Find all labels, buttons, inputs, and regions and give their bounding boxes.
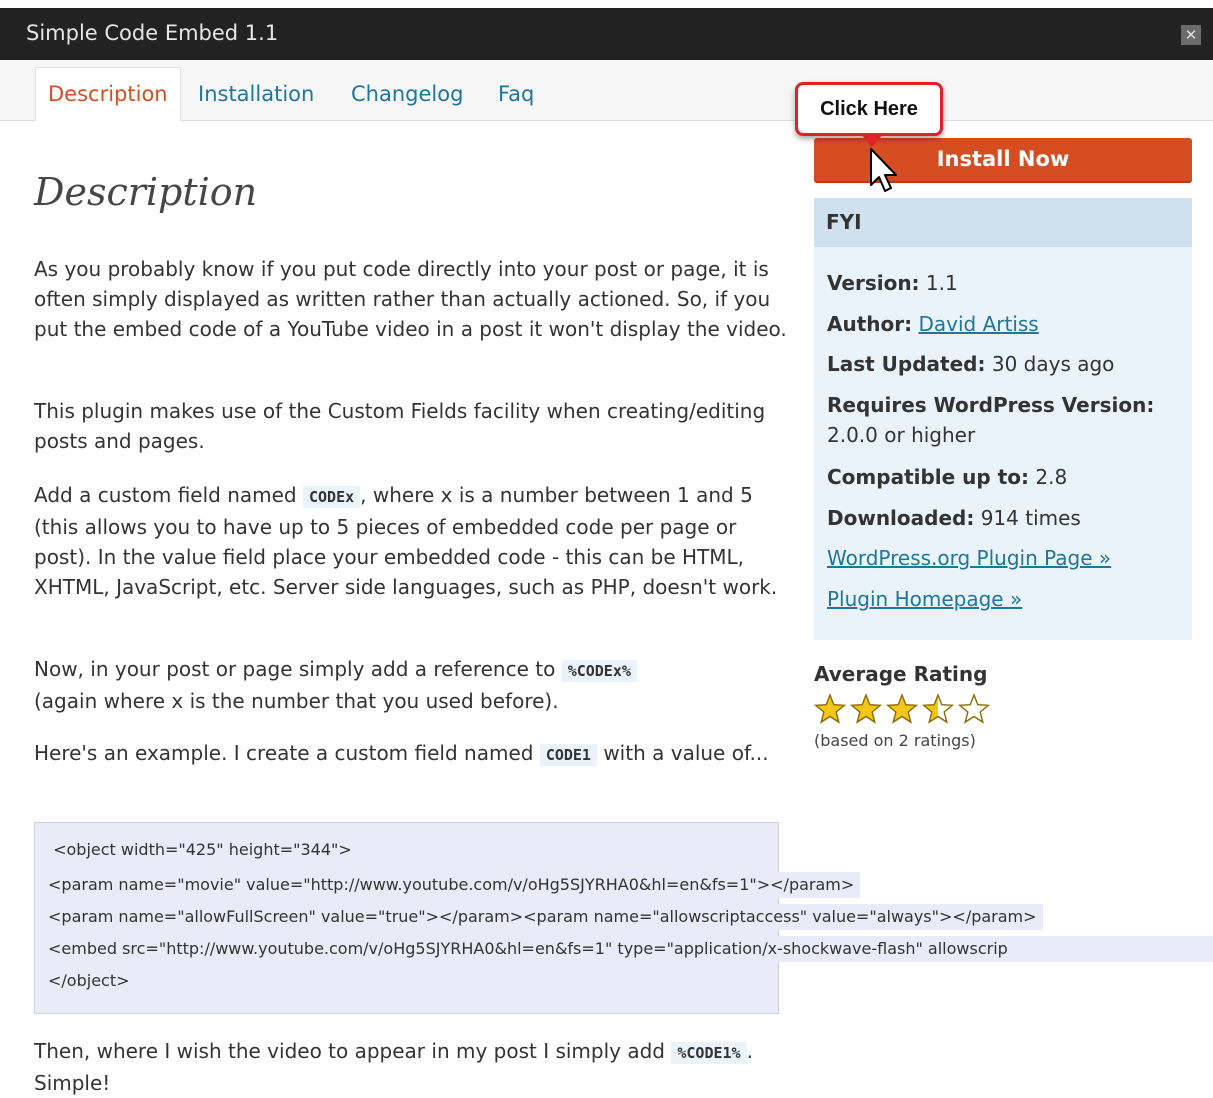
label: Last Updated:	[827, 352, 986, 376]
star-icon	[885, 693, 919, 724]
label: Version:	[827, 271, 920, 295]
paragraph-closing: Then, where I wish the video to appear i…	[34, 1036, 794, 1098]
author-row: Author: David Artiss	[827, 309, 1187, 339]
plugin-homepage-link[interactable]: Plugin Homepage »	[827, 587, 1022, 611]
label: Downloaded:	[827, 506, 975, 530]
label: Compatible up to:	[827, 465, 1030, 489]
star-rating	[814, 693, 991, 724]
value: 2.8	[1035, 465, 1068, 489]
text: Add a custom field named	[34, 483, 303, 507]
value: 914 times	[980, 506, 1081, 530]
paragraph-intro: As you probably know if you put code dir…	[34, 257, 787, 341]
star-icon	[957, 693, 991, 724]
author-link[interactable]: David Artiss	[918, 312, 1038, 336]
value: 2.0.0 or higher	[827, 423, 976, 447]
value: 30 days ago	[991, 352, 1115, 376]
text: with a value of...	[596, 741, 769, 765]
text: Here's an example. I create a custom fie…	[34, 741, 540, 765]
plugin-page-link[interactable]: WordPress.org Plugin Page »	[827, 546, 1111, 570]
tab-faq[interactable]: Faq	[486, 68, 546, 120]
updated-row: Last Updated: 30 days ago	[827, 349, 1187, 379]
code-line: <param name="movie" value="http://www.yo…	[48, 872, 861, 898]
star-icon	[849, 693, 883, 724]
label: Requires WordPress Version:	[827, 393, 1155, 417]
mouse-cursor-icon	[870, 148, 897, 192]
code-line: <embed src="http://www.youtube.com/v/oHg…	[48, 936, 1213, 962]
code-tag: %CODE1%	[671, 1042, 747, 1064]
code-line: <param name="allowFullScreen" value="tru…	[48, 904, 1043, 930]
plugin-page-row: WordPress.org Plugin Page »	[827, 543, 1187, 573]
paragraph-reference: Now, in your post or page simply add a r…	[34, 654, 794, 716]
paragraph-add-field: Add a custom field named CODEx, where x …	[34, 480, 794, 602]
code-tag: CODE1	[539, 744, 597, 766]
label: Author:	[827, 312, 913, 336]
rating-label: Average Rating	[814, 662, 988, 686]
code-tag: %CODEx%	[561, 660, 637, 682]
rating-count: (based on 2 ratings)	[814, 731, 976, 750]
tab-description[interactable]: Description	[35, 67, 181, 121]
window-title: Simple Code Embed 1.1	[26, 21, 279, 45]
version-row: Version: 1.1	[827, 268, 1187, 298]
window-titlebar: Simple Code Embed 1.1 ✕	[0, 8, 1213, 60]
code-line: <object width="425" height="344">	[48, 837, 352, 863]
code-tag: CODEx	[302, 486, 361, 508]
click-here-callout: Click Here	[795, 82, 943, 147]
section-heading: Description	[34, 170, 258, 214]
text: Now, in your post or page simply add a r…	[34, 657, 562, 681]
text: (again where x is the number that you us…	[34, 689, 559, 713]
requires-row: Requires WordPress Version: 2.0.0 or high…	[827, 390, 1187, 450]
compatible-row: Compatible up to: 2.8	[827, 462, 1187, 492]
star-icon	[814, 693, 847, 724]
paragraph-example: Here's an example. I create a custom fie…	[34, 738, 794, 770]
homepage-row: Plugin Homepage »	[827, 584, 1187, 614]
star-icon	[921, 693, 955, 724]
tab-installation[interactable]: Installation	[186, 68, 326, 120]
text: Then, where I wish the video to appear i…	[34, 1039, 672, 1063]
downloaded-row: Downloaded: 914 times	[827, 503, 1187, 533]
paragraph-custom-fields: This plugin makes use of the Custom Fiel…	[34, 399, 766, 453]
fyi-title: FYI	[814, 198, 1192, 247]
tab-bar: Description Installation Changelog Faq	[0, 60, 1213, 121]
close-icon[interactable]: ✕	[1181, 25, 1201, 45]
fyi-panel: FYI Version: 1.1 Author: David Artiss La…	[814, 198, 1192, 640]
tab-changelog[interactable]: Changelog	[339, 68, 475, 120]
code-line: </object>	[48, 968, 130, 994]
value: 1.1	[925, 271, 958, 295]
